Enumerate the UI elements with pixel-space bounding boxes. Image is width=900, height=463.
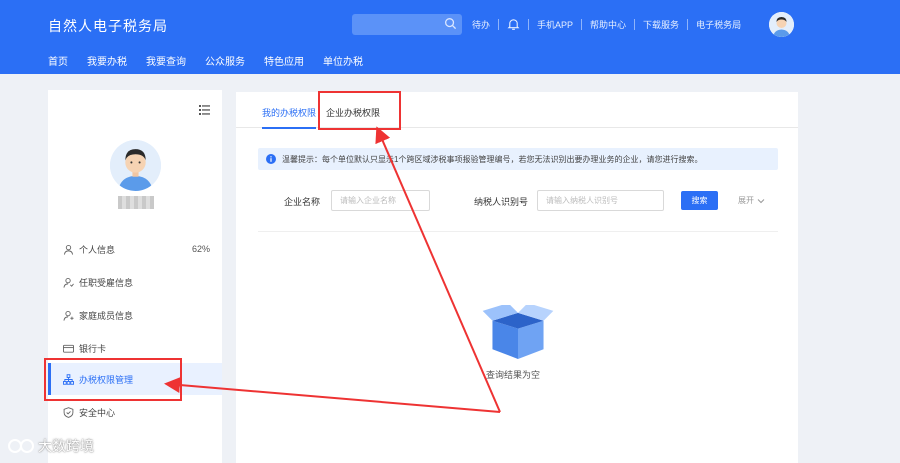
watermark-text: 大数跨境 [38, 438, 94, 454]
expand-label: 展开 [738, 196, 754, 205]
info-icon [266, 154, 276, 164]
sidebar-item-security-center[interactable]: 安全中心 [48, 396, 222, 428]
sidebar-item-family-info[interactable]: 家庭成员信息 [48, 299, 222, 331]
taxpayer-id-label: 纳税人识别号 [474, 197, 529, 207]
completion-percent: 62% [191, 244, 210, 254]
profile-avatar [110, 140, 161, 191]
user-icon [63, 244, 74, 255]
taxpayer-id-input[interactable]: 请输入纳税人识别号 [537, 190, 664, 211]
menu-toggle-icon[interactable] [199, 105, 210, 115]
main-nav: 首页 我要办税 我要查询 公众服务 特色应用 单位办税 [48, 53, 382, 68]
sidebar-item-tax-permission[interactable]: 办税权限管理 [48, 363, 222, 395]
nav-do-tax[interactable]: 我要办税 [87, 53, 127, 68]
empty-box-icon [482, 305, 554, 360]
sidebar-item-personal-info[interactable]: 个人信息 62% [48, 233, 222, 265]
company-name-input[interactable]: 请输入企业名称 [331, 190, 430, 211]
user-work-icon [63, 277, 74, 288]
download-service-link[interactable]: 下载服务 [643, 18, 679, 31]
sidebar: 个人信息 62% 任职受雇信息 家庭成员信息 银行卡 办税权限管理 安全中心 [48, 90, 222, 463]
nav-home[interactable]: 首页 [48, 53, 68, 68]
sidebar-item-label: 银行卡 [79, 343, 107, 354]
org-tree-icon [63, 373, 74, 385]
nav-unit-tax[interactable]: 单位办税 [323, 53, 363, 68]
bell-icon[interactable] [507, 17, 520, 31]
top-header: 自然人电子税务局 待办 手机APP 帮助中心 下载服务 电子税务局 首页 我要办… [0, 0, 900, 74]
company-name-label: 企业名称 [284, 197, 321, 207]
avatar-icon [110, 140, 161, 191]
tab-my-tax-permission[interactable]: 我的办税权限 [262, 106, 317, 129]
sidebar-item-label: 任职受雇信息 [79, 277, 134, 288]
divider [634, 18, 636, 30]
search-input[interactable] [352, 14, 462, 35]
nav-query[interactable]: 我要查询 [146, 53, 186, 68]
notice-text: 温馨提示：每个单位默认只显示1个跨区域涉税事项报验管理编号，若您无法识别出要办理… [282, 154, 703, 164]
watermark: 大数跨境 [8, 436, 94, 456]
username-blurred [118, 196, 154, 209]
header-links: 待办 手机APP 帮助中心 下载服务 电子税务局 [472, 17, 741, 31]
divider [581, 18, 583, 30]
sidebar-item-label: 家庭成员信息 [79, 310, 134, 321]
e-tax-bureau-link[interactable]: 电子税务局 [696, 18, 741, 31]
todo-link[interactable]: 待办 [472, 18, 490, 31]
sidebar-item-employment-info[interactable]: 任职受雇信息 [48, 266, 222, 298]
tab-enterprise-tax-permission[interactable]: 企业办税权限 [326, 106, 380, 119]
search-button[interactable]: 搜索 [681, 191, 718, 210]
nav-public-service[interactable]: 公众服务 [205, 53, 245, 68]
help-center-link[interactable]: 帮助中心 [590, 18, 626, 31]
site-title[interactable]: 自然人电子税务局 [48, 16, 168, 36]
expand-toggle[interactable]: 展开 [738, 195, 765, 206]
avatar-icon [769, 12, 794, 37]
divider [258, 231, 778, 232]
divider [498, 18, 500, 30]
mobile-app-link[interactable]: 手机APP [537, 18, 573, 31]
sidebar-item-bank-card[interactable]: 银行卡 [48, 332, 222, 364]
notice-banner: 温馨提示：每个单位默认只显示1个跨区域涉税事项报验管理编号，若您无法识别出要办理… [258, 148, 778, 170]
sidebar-item-label: 个人信息 [79, 244, 116, 255]
empty-result-text: 查询结果为空 [486, 370, 541, 380]
search-icon[interactable] [444, 17, 457, 30]
main-panel: 我的办税权限 企业办税权限 温馨提示：每个单位默认只显示1个跨区域涉税事项报验管… [236, 92, 798, 463]
divider [528, 18, 530, 30]
shield-icon [63, 406, 74, 418]
sidebar-item-label: 安全中心 [79, 407, 116, 418]
user-avatar[interactable] [769, 12, 794, 37]
tab-bar: 我的办税权限 企业办税权限 [236, 92, 798, 129]
family-icon [63, 310, 74, 321]
chevron-down-icon [757, 198, 765, 203]
nav-featured-apps[interactable]: 特色应用 [264, 53, 304, 68]
divider [687, 18, 689, 30]
bank-card-icon [63, 344, 74, 353]
watermark-logo-icon [8, 439, 34, 453]
sidebar-item-label: 办税权限管理 [79, 374, 134, 385]
